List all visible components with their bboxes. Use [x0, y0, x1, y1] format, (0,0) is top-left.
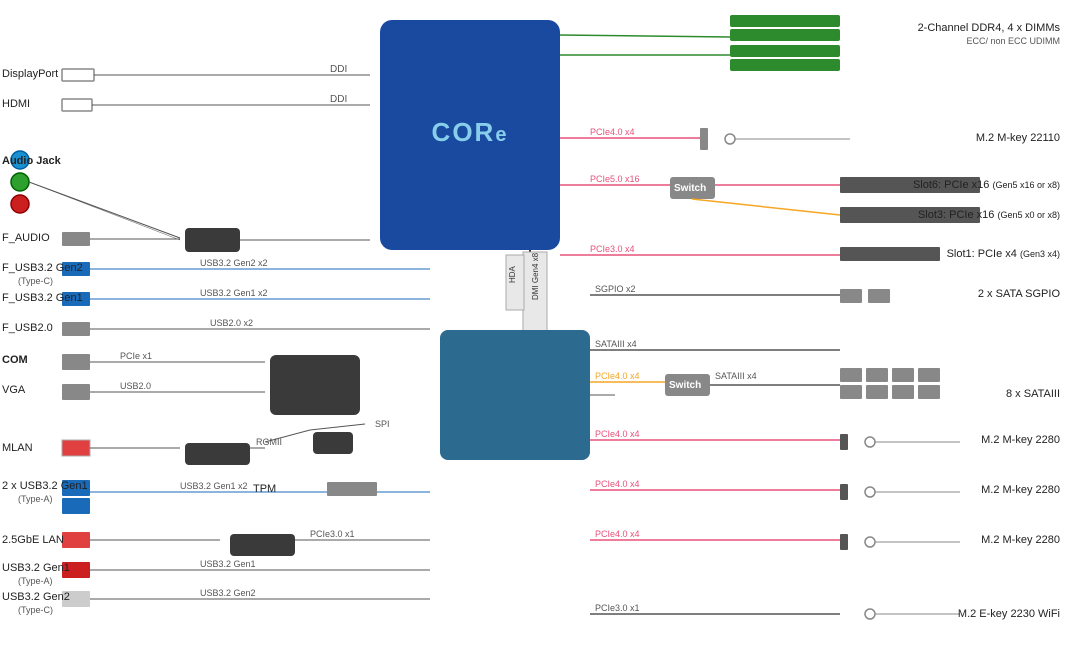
com-label: COM — [2, 354, 28, 366]
svg-text:PCIe4.0 x4: PCIe4.0 x4 — [595, 529, 640, 539]
svg-text:HDA: HDA — [508, 265, 517, 283]
svg-text:Switch: Switch — [674, 183, 706, 194]
mlan-label: MLAN — [2, 442, 33, 454]
svg-text:USB2.0 x2: USB2.0 x2 — [210, 318, 253, 328]
alc-chip — [185, 228, 240, 252]
svg-text:PCIe4.0 x4: PCIe4.0 x4 — [590, 127, 635, 137]
svg-text:SGPIO x2: SGPIO x2 — [595, 284, 636, 294]
slot3-label: Slot3: PCIe x16 (Gen5 x0 or x8) — [918, 209, 1060, 221]
f-usb20-label: F_USB2.0 — [2, 322, 53, 334]
svg-text:PCIe3.0 x1: PCIe3.0 x1 — [595, 603, 640, 613]
sgpio-label: 2 x SATA SGPIO — [978, 288, 1060, 300]
svg-text:DDI: DDI — [330, 94, 347, 105]
f-audio-label: F_AUDIO — [2, 232, 50, 244]
svg-text:USB2.0: USB2.0 — [120, 381, 151, 391]
svg-text:SPI: SPI — [375, 419, 390, 429]
svg-text:DMI Gen4 x8: DMI Gen4 x8 — [531, 252, 540, 300]
ddr4-sub: ECC/ non ECC UDIMM — [966, 36, 1060, 46]
bios-chip — [313, 432, 353, 454]
svg-text:USB3.2 Gen1 x2: USB3.2 Gen1 x2 — [180, 481, 248, 491]
svg-text:USB3.2 Gen1 x2: USB3.2 Gen1 x2 — [200, 288, 268, 298]
rtl-chip — [185, 443, 250, 465]
chipset — [440, 330, 590, 460]
cpu-chip: CORe — [380, 20, 560, 250]
hdmi-label: HDMI — [2, 98, 30, 110]
usb32-gen1-2x-sub: (Type-A) — [18, 494, 53, 504]
aspeed-chip — [270, 355, 360, 415]
usb32-gen1-2x-label: 2 x USB3.2 Gen1 — [2, 480, 88, 492]
svg-text:PCIe3.0 x4: PCIe3.0 x4 — [590, 244, 635, 254]
tpm-label: TPM — [253, 483, 276, 495]
svg-text:SATAIII x4: SATAIII x4 — [595, 339, 637, 349]
svg-text:RGMII: RGMII — [256, 437, 282, 447]
lan25g-label: 2.5GbE LAN — [2, 534, 64, 546]
vga-label: VGA — [2, 384, 25, 396]
usb32-gen2-label: USB3.2 Gen2 — [2, 591, 70, 603]
core-logo: CORe — [432, 117, 509, 148]
svg-text:Switch: Switch — [669, 380, 701, 391]
audio-jack-label: Audio Jack — [2, 155, 61, 167]
m2-2280-2-label: M.2 M-key 2280 — [981, 484, 1060, 496]
i225-chip — [230, 534, 295, 556]
m2-ekey-label: M.2 E-key 2230 WiFi — [958, 608, 1060, 620]
f-usb32-gen2-label: F_USB3.2 Gen2 — [2, 262, 83, 274]
svg-text:DDI: DDI — [330, 64, 347, 75]
svg-text:SATAIII x4: SATAIII x4 — [715, 371, 757, 381]
svg-text:PCIe4.0 x4: PCIe4.0 x4 — [595, 371, 640, 381]
f-usb32-gen1-label: F_USB3.2 Gen1 — [2, 292, 83, 304]
slot1-label: Slot1: PCIe x4 (Gen3 x4) — [947, 248, 1060, 260]
svg-text:PCIe4.0 x4: PCIe4.0 x4 — [595, 479, 640, 489]
usb32-gen1-label: USB3.2 Gen1 — [2, 562, 70, 574]
svg-text:USB3.2 Gen1: USB3.2 Gen1 — [200, 559, 256, 569]
m2-22110-label: M.2 M-key 22110 — [976, 132, 1060, 144]
m2-2280-3-label: M.2 M-key 2280 — [981, 534, 1060, 546]
svg-text:PCIe x1: PCIe x1 — [120, 351, 152, 361]
svg-text:PCIe4.0 x4: PCIe4.0 x4 — [595, 429, 640, 439]
f-usb32-gen2-sub: (Type-C) — [18, 276, 53, 286]
svg-text:PCIe5.0 x16: PCIe5.0 x16 — [590, 174, 640, 184]
m2-2280-1-label: M.2 M-key 2280 — [981, 434, 1060, 446]
sataiii-8x-label: 8 x SATAIII — [1006, 388, 1060, 400]
svg-text:USB3.2 Gen2 x2: USB3.2 Gen2 x2 — [200, 258, 268, 268]
diagram: DDI DDI USB3.2 Gen2 x2 USB3.2 Gen1 x2 US… — [0, 0, 1065, 650]
ddr4-label: 2-Channel DDR4, 4 x DIMMs — [918, 22, 1060, 34]
slot6-label: Slot6: PCIe x16 (Gen5 x16 or x8) — [913, 179, 1060, 191]
svg-text:USB3.2 Gen2: USB3.2 Gen2 — [200, 588, 256, 598]
displayport-label: DisplayPort — [2, 68, 58, 80]
usb32-gen1-sub: (Type-A) — [18, 576, 53, 586]
svg-text:PCIe3.0 x1: PCIe3.0 x1 — [310, 529, 355, 539]
usb32-gen2-sub: (Type-C) — [18, 605, 53, 615]
